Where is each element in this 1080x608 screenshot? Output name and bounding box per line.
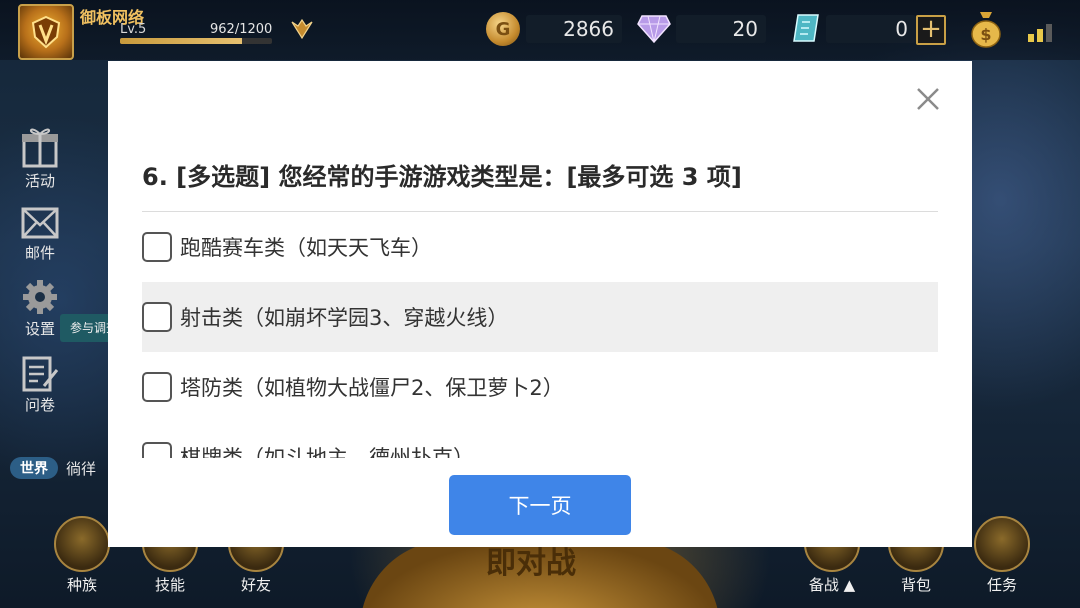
world-channel-badge: 世界 [10,457,58,479]
bottom-item-race[interactable]: 种族 [50,516,114,595]
xp-bar [120,38,272,44]
survey-icon [22,356,59,392]
sidebar-item-survey[interactable]: 问卷 [12,354,68,415]
bottom-item-label: 好友 [240,576,271,594]
option-label: 射击类（如崩坏学园3、穿越火线） [180,306,509,330]
svg-text:$: $ [980,25,991,44]
signal-icon [1028,24,1052,42]
gear-icon [23,280,57,314]
checkbox[interactable] [142,232,172,262]
option-item[interactable]: 塔防类（如植物大战僵尸2、保卫萝卜2） [142,352,938,422]
player-avatar[interactable] [18,4,74,60]
bottom-item-label: 备战 ▲ [808,576,856,594]
bottom-item-label: 技能 [154,576,185,594]
tasks-icon [974,516,1030,572]
survey-dialog: 6. [多选题] 您经常的手游游戏类型是：[最多可选 3 项] 跑酷赛车类（如天… [108,61,972,547]
xp-text: 962/1200 [210,22,273,37]
ticket-icon [793,14,819,42]
checkbox[interactable] [142,372,172,402]
mail-icon [21,207,59,239]
world-chat[interactable]: 世界 徜徉 [10,456,96,480]
world-chat-preview: 徜徉 [66,459,97,478]
option-item[interactable]: 射击类（如崩坏学园3、穿越火线） [142,282,938,352]
option-label: 棋牌类（如斗地主、德州扑克） [180,446,474,458]
money-bag-icon[interactable]: $ [968,8,1004,48]
bottom-item-label: 背包 [900,576,931,594]
option-item[interactable]: 棋牌类（如斗地主、德州扑克） [142,422,938,458]
player-level: Lv.5 [120,22,147,37]
top-bar: 御板网络 Lv.5 962/1200 G 2866 20 0 + $ [0,0,1080,60]
bottom-item-tasks[interactable]: 任务 [970,516,1034,595]
bottom-item-label: 任务 [986,576,1017,594]
ticket-counter: 0 [826,14,916,44]
ticket-value: 0 [826,15,916,43]
rank-icon[interactable] [290,18,314,40]
sidebar-item-label: 设置 [24,320,55,338]
option-label: 跑酷赛车类（如天天飞车） [180,236,432,260]
checkbox[interactable] [142,302,172,332]
diamond-value: 20 [676,15,766,43]
gold-counter: 2866 [526,14,622,44]
add-currency-button[interactable]: + [916,15,946,45]
diamond-icon [637,15,671,44]
checkbox[interactable] [142,442,172,458]
option-item[interactable]: 跑酷赛车类（如天天飞车） [142,212,938,282]
options-list[interactable]: 跑酷赛车类（如天天飞车） 射击类（如崩坏学园3、穿越火线） 塔防类（如植物大战僵… [142,212,938,458]
option-label: 塔防类（如植物大战僵尸2、保卫萝卜2） [180,376,564,400]
gift-icon [22,128,58,168]
xp-bar-fill [120,38,242,44]
sidebar-item-label: 活动 [24,172,55,190]
gold-coin-icon: G [486,12,520,46]
sidebar-item-mail[interactable]: 邮件 [12,206,68,263]
gold-value: 2866 [526,15,622,43]
faction-emblem-icon [31,15,61,49]
close-icon[interactable] [914,85,942,113]
diamond-counter: 20 [676,14,766,44]
sidebar-item-label: 问卷 [24,396,55,414]
sidebar-item-label: 邮件 [24,244,55,262]
question-title: 6. [多选题] 您经常的手游游戏类型是：[最多可选 3 项] [142,163,742,191]
sidebar-item-activity[interactable]: 活动 [12,124,68,191]
bottom-item-label: 种族 [66,576,97,594]
next-page-button[interactable]: 下一页 [449,475,631,535]
race-icon [54,516,110,572]
